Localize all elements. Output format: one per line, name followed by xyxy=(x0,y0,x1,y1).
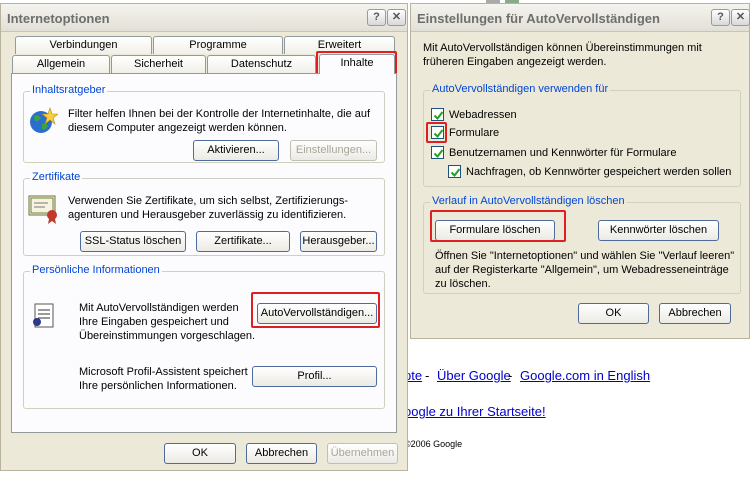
copyright: ©2006 Google xyxy=(404,439,463,449)
usernames-label: Benutzernamen und Kennwörter für Formula… xyxy=(449,147,677,159)
link-separator: - xyxy=(425,368,430,383)
profile-text: Microsoft Profil-Assistent speichert Ihr… xyxy=(79,366,248,392)
tab-allgemein[interactable]: Allgemein xyxy=(12,55,110,73)
webaddresses-checkbox[interactable] xyxy=(431,108,444,121)
group-legend: Verlauf in AutoVervollständigen löschen xyxy=(430,195,627,207)
titlebar: Einstellungen für AutoVervollständigen ?… xyxy=(411,4,750,32)
autocomplete-text: Mit AutoVervollständigen werden Ihre Ein… xyxy=(79,302,256,342)
globe-icon xyxy=(28,106,59,136)
advisor-settings-button[interactable]: Einstellungen... xyxy=(290,140,377,161)
tab-verbindungen[interactable]: Verbindungen xyxy=(15,36,152,54)
intro-text: Mit AutoVervollständigen können Übereins… xyxy=(423,42,702,68)
group-legend: Inhaltsratgeber xyxy=(30,84,108,96)
form-document-icon xyxy=(30,302,58,330)
tab-panel: Inhaltsratgeber Filter helfen Ihnen bei … xyxy=(11,73,397,433)
group-legend: AutoVervollständigen verwenden für xyxy=(430,83,611,95)
group-legend: Zertifikate xyxy=(30,171,83,183)
link-make-homepage[interactable]: oogle zu Ihrer Startseite! xyxy=(404,404,546,419)
profile-button[interactable]: Profil... xyxy=(252,366,377,387)
dialog-title: Einstellungen für AutoVervollständigen xyxy=(417,11,660,26)
cancel-button[interactable]: Abbrechen xyxy=(246,443,317,464)
titlebar: Internetoptionen ? ✕ xyxy=(1,4,407,32)
certificate-icon xyxy=(28,193,60,225)
tab-programme[interactable]: Programme xyxy=(153,36,283,54)
history-text: Öffnen Sie "Internetoptionen" und wählen… xyxy=(435,250,735,290)
ok-button[interactable]: OK xyxy=(578,303,649,324)
help-button[interactable]: ? xyxy=(367,9,386,26)
clear-passwords-button[interactable]: Kennwörter löschen xyxy=(598,220,719,241)
usernames-checkbox[interactable] xyxy=(431,146,444,159)
tab-inhalte[interactable]: Inhalte xyxy=(319,54,395,74)
help-button[interactable]: ? xyxy=(711,9,730,26)
activate-button[interactable]: Aktivieren... xyxy=(193,140,279,161)
content-advisor-text: Filter helfen Ihnen bei der Kontrolle de… xyxy=(68,108,371,134)
close-button[interactable]: ✕ xyxy=(387,9,406,26)
internet-options-dialog: Internetoptionen ? ✕ Verbindungen Progra… xyxy=(0,3,408,471)
highlight-autocomplete xyxy=(251,292,380,328)
link-about-google[interactable]: Über Google xyxy=(437,368,511,383)
link-google-english[interactable]: Google.com in English xyxy=(520,368,650,383)
tab-datenschutz[interactable]: Datenschutz xyxy=(207,55,316,73)
link-separator: - xyxy=(508,368,513,383)
content-advisor-group: Inhaltsratgeber Filter helfen Ihnen bei … xyxy=(23,84,385,163)
autocomplete-settings-dialog: Einstellungen für AutoVervollständigen ?… xyxy=(410,3,750,339)
webaddresses-label: Webadressen xyxy=(449,109,517,121)
apply-button[interactable]: Übernehmen xyxy=(327,443,398,464)
ask-passwords-label: Nachfragen, ob Kennwörter gespeichert we… xyxy=(466,166,732,178)
use-for-group: AutoVervollständigen verwenden für Webad… xyxy=(423,83,741,187)
tab-sicherheit[interactable]: Sicherheit xyxy=(111,55,206,73)
ask-passwords-checkbox[interactable] xyxy=(448,165,461,178)
certificates-text: Verwenden Sie Zertifikate, um sich selbs… xyxy=(68,195,349,221)
group-legend: Persönliche Informationen xyxy=(30,264,162,276)
close-button[interactable]: ✕ xyxy=(731,9,750,26)
certificates-group: Zertifikate Verwenden Sie Zertifikate, u… xyxy=(23,171,385,256)
highlight-forms-checkbox xyxy=(426,122,447,143)
cancel-button[interactable]: Abbrechen xyxy=(659,303,731,324)
publishers-button[interactable]: Herausgeber... xyxy=(300,231,377,252)
forms-label: Formulare xyxy=(449,127,500,139)
dialog-title: Internetoptionen xyxy=(7,11,110,26)
ok-button[interactable]: OK xyxy=(164,443,236,464)
certificates-button[interactable]: Zertifikate... xyxy=(196,231,290,252)
ssl-clear-button[interactable]: SSL-Status löschen xyxy=(80,231,186,252)
highlight-clear-forms xyxy=(430,210,566,242)
